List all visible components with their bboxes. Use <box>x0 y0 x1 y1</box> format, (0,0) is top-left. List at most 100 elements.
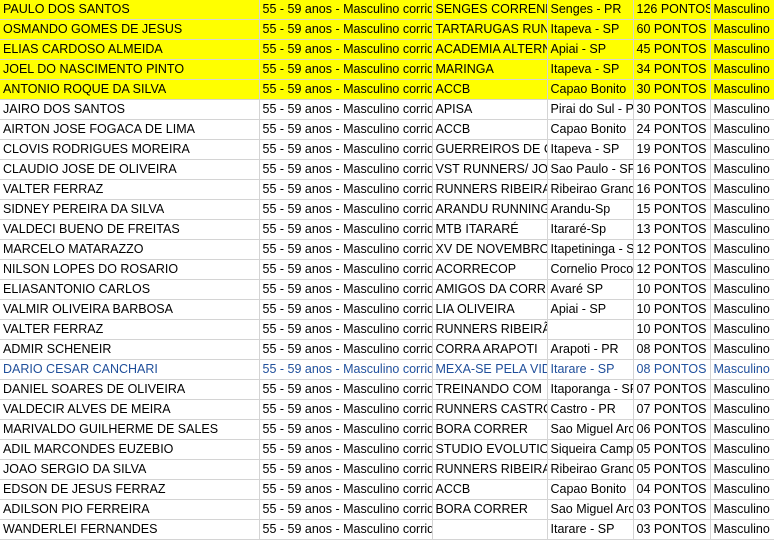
cell-team[interactable]: MARINGA <box>432 59 548 80</box>
cell-points[interactable]: 04 PONTOS <box>633 479 711 500</box>
cell-athlete-name[interactable]: ADIL MARCONDES EUZEBIO <box>0 439 260 460</box>
cell-city[interactable]: Sao Miguel Arcanjo <box>547 499 634 520</box>
cell-city[interactable]: Avaré SP <box>547 279 634 300</box>
cell-gender[interactable]: Masculino <box>710 439 774 460</box>
cell-city[interactable]: Cornelio Procopio <box>547 259 634 280</box>
cell-team[interactable]: MTB ITARARÉ <box>432 219 548 240</box>
cell-category[interactable]: 55 - 59 anos - Masculino corrida <box>259 379 433 400</box>
cell-team[interactable]: RUNNERS CASTRO <box>432 399 548 420</box>
cell-points[interactable]: 24 PONTOS <box>633 119 711 140</box>
cell-points[interactable]: 34 PONTOS <box>633 59 711 80</box>
cell-gender[interactable]: Masculino <box>710 19 774 40</box>
cell-city[interactable]: Itarare - SP <box>547 359 634 380</box>
cell-gender[interactable]: Masculino <box>710 299 774 320</box>
cell-athlete-name[interactable]: VALMIR OLIVEIRA BARBOSA <box>0 299 260 320</box>
cell-team[interactable]: MEXA-SE PELA VIDA <box>432 359 548 380</box>
cell-points[interactable]: 07 PONTOS <box>633 399 711 420</box>
cell-gender[interactable]: Masculino <box>710 279 774 300</box>
cell-athlete-name[interactable]: DARIO CESAR CANCHARI <box>0 359 260 380</box>
cell-city[interactable]: Castro - PR <box>547 399 634 420</box>
cell-athlete-name[interactable]: WANDERLEI FERNANDES <box>0 519 260 540</box>
cell-team[interactable]: STUDIO EVOLUTIO <box>432 439 548 460</box>
cell-category[interactable]: 55 - 59 anos - Masculino corrida <box>259 159 433 180</box>
cell-city[interactable]: Capao Bonito <box>547 79 634 100</box>
cell-gender[interactable]: Masculino <box>710 479 774 500</box>
cell-points[interactable]: 19 PONTOS <box>633 139 711 160</box>
cell-city[interactable]: Apiai - SP <box>547 299 634 320</box>
cell-category[interactable]: 55 - 59 anos - Masculino corrida <box>259 399 433 420</box>
cell-team[interactable]: ACORRECOP <box>432 259 548 280</box>
cell-gender[interactable]: Masculino <box>710 419 774 440</box>
cell-athlete-name[interactable]: ANTONIO ROQUE DA SILVA <box>0 79 260 100</box>
cell-category[interactable]: 55 - 59 anos - Masculino corrida <box>259 499 433 520</box>
cell-city[interactable]: Arapoti - PR <box>547 339 634 360</box>
cell-category[interactable]: 55 - 59 anos - Masculino corrida <box>259 19 433 40</box>
cell-category[interactable]: 55 - 59 anos - Masculino corrida <box>259 79 433 100</box>
cell-gender[interactable]: Masculino <box>710 79 774 100</box>
cell-points[interactable]: 05 PONTOS <box>633 439 711 460</box>
cell-athlete-name[interactable]: VALTER FERRAZ <box>0 319 260 340</box>
cell-gender[interactable]: Masculino <box>710 39 774 60</box>
cell-city[interactable]: Siqueira Campos <box>547 439 634 460</box>
cell-athlete-name[interactable]: MARIVALDO GUILHERME DE SALES <box>0 419 260 440</box>
cell-category[interactable]: 55 - 59 anos - Masculino corrida <box>259 359 433 380</box>
cell-category[interactable]: 55 - 59 anos - Masculino corrida <box>259 0 433 20</box>
cell-category[interactable]: 55 - 59 anos - Masculino corrida <box>259 239 433 260</box>
cell-athlete-name[interactable]: MARCELO MATARAZZO <box>0 239 260 260</box>
cell-points[interactable]: 10 PONTOS <box>633 279 711 300</box>
cell-athlete-name[interactable]: AIRTON JOSE FOGACA DE LIMA <box>0 119 260 140</box>
cell-city[interactable]: Sao Paulo - SP <box>547 159 634 180</box>
cell-team[interactable]: AMIGOS DA CORRI <box>432 279 548 300</box>
cell-category[interactable]: 55 - 59 anos - Masculino corrida <box>259 199 433 220</box>
cell-gender[interactable]: Masculino <box>710 199 774 220</box>
cell-team[interactable]: TREINANDO COM <box>432 379 548 400</box>
cell-gender[interactable]: Masculino <box>710 219 774 240</box>
cell-athlete-name[interactable]: EDSON DE JESUS FERRAZ <box>0 479 260 500</box>
cell-category[interactable]: 55 - 59 anos - Masculino corrida <box>259 339 433 360</box>
cell-gender[interactable]: Masculino <box>710 499 774 520</box>
cell-athlete-name[interactable]: SIDNEY PEREIRA DA SILVA <box>0 199 260 220</box>
cell-points[interactable]: 10 PONTOS <box>633 319 711 340</box>
cell-athlete-name[interactable]: ELIAS CARDOSO ALMEIDA <box>0 39 260 60</box>
cell-points[interactable]: 08 PONTOS <box>633 339 711 360</box>
cell-points[interactable]: 16 PONTOS <box>633 179 711 200</box>
cell-team[interactable]: RUNNERS RIBEIRA <box>432 179 548 200</box>
cell-team[interactable]: ACCB <box>432 479 548 500</box>
cell-points[interactable]: 03 PONTOS <box>633 499 711 520</box>
cell-gender[interactable]: Masculino <box>710 359 774 380</box>
cell-points[interactable]: 126 PONTOS <box>633 0 711 20</box>
cell-city[interactable]: Sao Miguel Arcanjo <box>547 419 634 440</box>
cell-city[interactable]: Itapeva - SP <box>547 59 634 80</box>
cell-gender[interactable]: Masculino <box>710 459 774 480</box>
cell-category[interactable]: 55 - 59 anos - Masculino corrida <box>259 459 433 480</box>
cell-gender[interactable]: Masculino <box>710 59 774 80</box>
cell-team[interactable]: ACCB <box>432 119 548 140</box>
cell-team[interactable]: CORRA ARAPOTI <box>432 339 548 360</box>
cell-city[interactable]: Senges - PR <box>547 0 634 20</box>
cell-team[interactable]: ACCB <box>432 79 548 100</box>
cell-team[interactable]: TARTARUGAS RUN <box>432 19 548 40</box>
cell-team[interactable]: APISA <box>432 99 548 120</box>
cell-city[interactable]: Itararé-Sp <box>547 219 634 240</box>
cell-points[interactable]: 30 PONTOS <box>633 79 711 100</box>
cell-team[interactable]: SENGES CORRENDO <box>432 0 548 20</box>
cell-team[interactable]: LIA OLIVEIRA <box>432 299 548 320</box>
cell-points[interactable]: 08 PONTOS <box>633 359 711 380</box>
cell-points[interactable]: 05 PONTOS <box>633 459 711 480</box>
cell-athlete-name[interactable]: OSMANDO GOMES DE JESUS <box>0 19 260 40</box>
cell-athlete-name[interactable]: CLOVIS RODRIGUES MOREIRA <box>0 139 260 160</box>
cell-category[interactable]: 55 - 59 anos - Masculino corrida <box>259 119 433 140</box>
cell-team[interactable] <box>432 519 548 540</box>
cell-points[interactable]: 13 PONTOS <box>633 219 711 240</box>
cell-athlete-name[interactable]: CLAUDIO JOSE DE OLIVEIRA <box>0 159 260 180</box>
cell-category[interactable]: 55 - 59 anos - Masculino corrida <box>259 99 433 120</box>
cell-team[interactable]: VST RUNNERS/ JOS <box>432 159 548 180</box>
cell-team[interactable]: RUNNERS RIBEIRA <box>432 459 548 480</box>
cell-gender[interactable]: Masculino <box>710 399 774 420</box>
cell-city[interactable]: Capao Bonito <box>547 479 634 500</box>
cell-points[interactable]: 10 PONTOS <box>633 299 711 320</box>
cell-points[interactable]: 07 PONTOS <box>633 379 711 400</box>
cell-city[interactable]: Pirai do Sul - PR <box>547 99 634 120</box>
cell-gender[interactable]: Masculino <box>710 259 774 280</box>
cell-athlete-name[interactable]: JOAO SERGIO DA SILVA <box>0 459 260 480</box>
